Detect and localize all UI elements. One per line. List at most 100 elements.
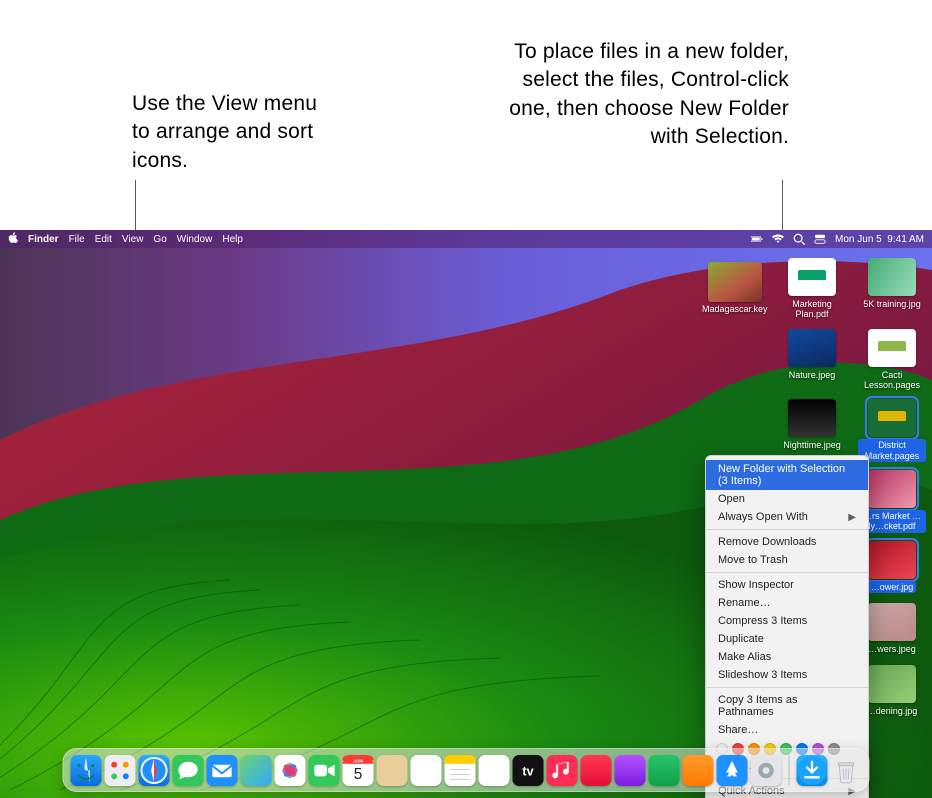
file-thumbnail (868, 329, 916, 367)
file-label: Nighttime.jpeg (780, 439, 844, 451)
desktop-file[interactable]: Cacti Lesson.pages (858, 329, 926, 392)
dock-app-music[interactable] (547, 755, 578, 786)
context-menu-item[interactable]: Move to Trash (706, 551, 868, 569)
svg-text:5: 5 (354, 766, 363, 783)
dock-app-reminders[interactable] (411, 755, 442, 786)
wifi-icon[interactable] (772, 233, 784, 245)
file-label: …dening.jpg (864, 705, 921, 717)
dock-app-downloads[interactable] (797, 755, 828, 786)
dock-app-podcasts[interactable] (615, 755, 646, 786)
menu-go[interactable]: Go (153, 234, 166, 245)
menu-edit[interactable]: Edit (95, 234, 112, 245)
desktop-file[interactable]: Nighttime.jpeg (778, 399, 846, 462)
context-menu-item-label: New Folder with Selection (3 Items) (718, 463, 856, 487)
time-text: 9:41 AM (887, 234, 924, 245)
desktop-file[interactable]: Marketing Plan.pdf (778, 258, 846, 321)
file-thumbnail (868, 541, 916, 579)
menu-app-name[interactable]: Finder (28, 234, 59, 245)
dock-app-contacts[interactable] (377, 755, 408, 786)
callout-left: Use the View menu to arrange and sort ic… (132, 90, 332, 175)
dock-app-mail[interactable] (207, 755, 238, 786)
dock-app-launchpad[interactable] (105, 755, 136, 786)
apple-menu[interactable] (8, 232, 18, 247)
desktop-file[interactable]: 5K training.jpg (858, 258, 926, 321)
file-thumbnail (868, 665, 916, 703)
file-thumbnail (868, 258, 916, 296)
context-menu-item[interactable]: Show Inspector (706, 576, 868, 594)
context-menu-item-label: Rename… (718, 597, 771, 609)
context-menu-item-label: Duplicate (718, 633, 764, 645)
battery-icon[interactable] (751, 233, 763, 245)
context-menu-item[interactable]: Duplicate (706, 630, 868, 648)
dock-app-maps[interactable] (241, 755, 272, 786)
dock-separator (789, 755, 790, 785)
menu-file[interactable]: File (69, 234, 85, 245)
dock-app-pages[interactable] (683, 755, 714, 786)
svg-text:JUN: JUN (353, 758, 363, 764)
file-thumbnail (868, 470, 916, 508)
dock-app-notes[interactable] (445, 755, 476, 786)
context-menu-item[interactable]: Share… (706, 721, 868, 739)
file-thumbnail (868, 603, 916, 641)
context-menu-item[interactable]: Remove Downloads (706, 533, 868, 551)
context-menu-item-label: Compress 3 Items (718, 615, 807, 627)
menubar-date[interactable]: Mon Jun 5 9:41 AM (835, 234, 924, 245)
dock-app-appstore[interactable] (717, 755, 748, 786)
dock-app-photos[interactable] (275, 755, 306, 786)
dock-app-calendar[interactable]: JUN 5 (343, 755, 374, 786)
context-menu-item-label: Share… (718, 724, 758, 736)
context-menu-item-label: Make Alias (718, 651, 771, 663)
dock: JUN 5 tv (63, 748, 870, 792)
desktop-file[interactable]: District Market.pages (858, 399, 926, 462)
dock-app-safari[interactable] (139, 755, 170, 786)
context-menu: New Folder with Selection (3 Items) Open A… (705, 455, 869, 798)
dock-app-news[interactable] (581, 755, 612, 786)
context-menu-item-label: Move to Trash (718, 554, 788, 566)
context-menu-item[interactable]: Always Open With ▶ (706, 508, 868, 526)
context-menu-item-label: Remove Downloads (718, 536, 816, 548)
file-label: Nature.jpeg (786, 369, 839, 381)
desktop-file[interactable]: Nature.jpeg (778, 329, 846, 392)
chevron-right-icon: ▶ (848, 512, 856, 523)
context-menu-item-label: Always Open With (718, 511, 808, 523)
dock-app-trash[interactable] (831, 755, 862, 786)
context-menu-item-label: Open (718, 493, 745, 505)
file-thumbnail (868, 399, 916, 437)
spotlight-icon[interactable] (793, 233, 805, 245)
context-menu-item[interactable]: Slideshow 3 Items (706, 666, 868, 684)
apple-logo-icon (8, 232, 18, 244)
dock-app-finder[interactable] (71, 755, 102, 786)
context-menu-item[interactable]: Make Alias (706, 648, 868, 666)
dock-app-facetime[interactable] (309, 755, 340, 786)
file-thumbnail (788, 329, 836, 367)
file-label: …wers.jpeg (865, 643, 919, 655)
callout-right: To place files in a new folder, select t… (479, 38, 789, 151)
desktop-file-madagascar[interactable]: Madagascar.key (702, 262, 768, 314)
context-menu-item-label: Show Inspector (718, 579, 794, 591)
dock-app-settings[interactable] (751, 755, 782, 786)
context-menu-item[interactable]: Rename… (706, 594, 868, 612)
callout-left-line (135, 180, 136, 232)
file-thumbnail (708, 262, 762, 302)
dock-app-numbers[interactable] (649, 755, 680, 786)
control-center-icon[interactable] (814, 233, 826, 245)
file-label: Cacti Lesson.pages (858, 369, 926, 392)
context-menu-item-label: Slideshow 3 Items (718, 669, 807, 681)
file-label: 5K training.jpg (860, 298, 924, 310)
context-menu-item[interactable]: New Folder with Selection (3 Items) (706, 460, 868, 490)
desktop: Finder File Edit View Go Window Help Mon… (0, 230, 932, 798)
context-menu-item-label: Copy 3 Items as Pathnames (718, 694, 856, 718)
menu-view[interactable]: View (122, 234, 144, 245)
dock-app-freeform[interactable] (479, 755, 510, 786)
dock-app-tv[interactable]: tv (513, 755, 544, 786)
context-menu-item[interactable]: Open (706, 490, 868, 508)
file-label: Marketing Plan.pdf (778, 298, 846, 321)
menu-bar: Finder File Edit View Go Window Help Mon… (0, 230, 932, 248)
dock-app-messages[interactable] (173, 755, 204, 786)
context-menu-item[interactable]: Copy 3 Items as Pathnames (706, 691, 868, 721)
file-thumbnail (788, 258, 836, 296)
menu-help[interactable]: Help (222, 234, 243, 245)
context-menu-item[interactable]: Compress 3 Items (706, 612, 868, 630)
svg-text:tv: tv (522, 764, 533, 778)
menu-window[interactable]: Window (177, 234, 213, 245)
